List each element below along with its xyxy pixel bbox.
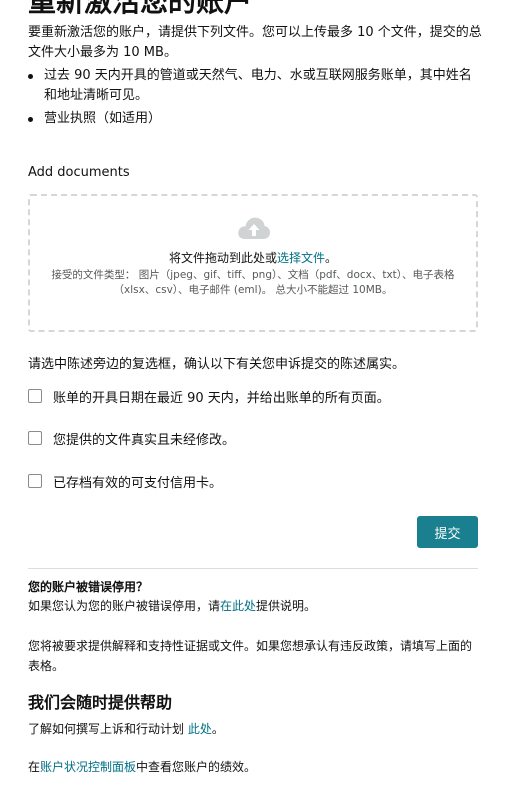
statement-row[interactable]: 已存档有效的可支付信用卡。 bbox=[28, 472, 223, 491]
learn-suffix: 。 bbox=[211, 722, 224, 736]
explain-here-link[interactable]: 在此处 bbox=[220, 599, 256, 613]
dashboard-text: 在账户状况控制面板中查看您账户的绩效。 bbox=[28, 758, 256, 775]
statement-label: 您提供的文件真实且未经修改。 bbox=[53, 432, 236, 448]
list-item: 过去 90 天内开具的管道或天然气、电力、水或互联网服务账单，其中姓名和地址清晰… bbox=[28, 66, 483, 106]
wrongly-deactivated-heading: 您的账户被错误停用？ bbox=[28, 580, 149, 594]
page-title: 重新激活您的账户 bbox=[28, 0, 253, 18]
learn-here-link[interactable]: 此处 bbox=[188, 722, 212, 736]
list-item-text: 营业执照（如适用） bbox=[44, 111, 162, 126]
bullet-icon bbox=[28, 117, 33, 122]
file-dropzone[interactable]: 将文件拖动到此处或选择文件。 接受的文件类型： 图片（jpeg、gif、tiff… bbox=[28, 194, 478, 332]
wrongly-deactivated-prefix: 如果您认为您的账户被错误停用，请 bbox=[28, 599, 221, 613]
section-divider bbox=[28, 568, 478, 569]
statement-checkbox[interactable] bbox=[28, 431, 42, 445]
learn-prefix: 了解如何撰写上诉和行动计划 bbox=[28, 722, 188, 736]
learn-appeal-text: 了解如何撰写上诉和行动计划 此处。 bbox=[28, 720, 224, 737]
dashboard-prefix: 在 bbox=[28, 760, 41, 774]
choose-file-link[interactable]: 选择文件 bbox=[277, 251, 325, 265]
dashboard-suffix: 中查看您账户的绩效。 bbox=[136, 760, 257, 774]
drop-instruction: 将文件拖动到此处或选择文件。 bbox=[30, 249, 476, 266]
required-documents-list: 过去 90 天内开具的管道或天然气、电力、水或互联网服务账单，其中姓名和地址清晰… bbox=[28, 66, 483, 132]
list-item: 营业执照（如适用） bbox=[28, 109, 483, 129]
account-health-dashboard-link[interactable]: 账户状况控制面板 bbox=[40, 760, 136, 774]
statement-row[interactable]: 账单的开具日期在最近 90 天内，并给出账单的所有页面。 bbox=[28, 387, 390, 406]
help-heading: 我们会随时提供帮助 bbox=[28, 693, 173, 712]
drop-suffix: 。 bbox=[325, 251, 338, 265]
confirm-instruction: 请选中陈述旁边的复选框，确认以下有关您申诉提交的陈述属实。 bbox=[28, 357, 406, 372]
explanation-text: 您将被要求提供解释和支持性证据或文件。如果您想承认有违反政策，请填写上面的表格。 bbox=[28, 639, 473, 673]
list-item-text: 过去 90 天内开具的管道或天然气、电力、水或互联网服务账单，其中姓名和地址清晰… bbox=[44, 68, 472, 103]
statement-row[interactable]: 您提供的文件真实且未经修改。 bbox=[28, 429, 236, 448]
add-documents-label: Add documents bbox=[28, 165, 130, 180]
accepted-file-types: 接受的文件类型： 图片（jpeg、gif、tiff、png）、文档（pdf、do… bbox=[51, 269, 455, 296]
statement-checkbox[interactable] bbox=[28, 389, 42, 403]
drop-prefix: 将文件拖动到此处或 bbox=[168, 251, 277, 265]
reactivate-account-page: 重新激活您的账户 要重新激活您的账户，请提供下列文件。您可以上传最多 10 个文… bbox=[0, 0, 521, 793]
bullet-icon bbox=[28, 74, 33, 79]
wrongly-deactivated-text: 如果您认为您的账户被错误停用，请在此处提供说明。 bbox=[28, 597, 316, 614]
intro-text: 要重新激活您的账户，请提供下列文件。您可以上传最多 10 个文件，提交的总文件大… bbox=[28, 25, 482, 60]
submit-button[interactable]: 提交 bbox=[417, 516, 478, 548]
statement-checkbox[interactable] bbox=[28, 474, 42, 488]
wrongly-deactivated-suffix: 提供说明。 bbox=[256, 599, 317, 613]
statement-label: 已存档有效的可支付信用卡。 bbox=[53, 475, 223, 491]
statement-label: 账单的开具日期在最近 90 天内，并给出账单的所有页面。 bbox=[53, 390, 390, 406]
cloud-upload-icon bbox=[238, 217, 271, 239]
